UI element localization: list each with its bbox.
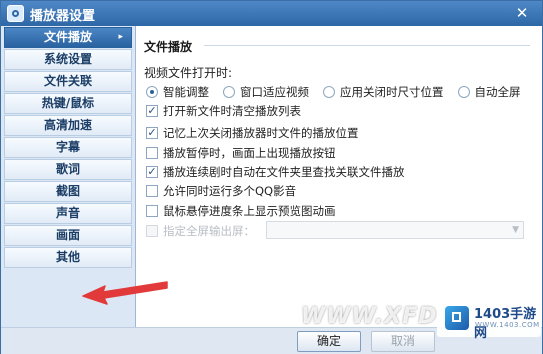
sidebar-item-system-settings[interactable]: 系统设置 — [4, 49, 132, 70]
sidebar-item-label: 文件关联 — [43, 74, 92, 88]
sidebar-item-sound[interactable]: 声音 — [4, 203, 132, 224]
settings-panel: 文件播放 视频文件打开时: 智能调整 窗口适应视频 应用关闭时尺寸位置 自动全屏… — [136, 26, 542, 327]
title-bar: 播放器设置 ✕ — [1, 1, 542, 26]
checkbox-multiple-instances[interactable]: 允许同时运行多个QQ影音 — [146, 183, 296, 199]
checkbox-label: 鼠标悬停进度条上显示预览图动画 — [163, 204, 336, 218]
close-button[interactable]: ✕ — [512, 4, 532, 22]
checkbox-label: 指定全屏输出屏： — [163, 224, 255, 238]
sidebar-item-label: 歌词 — [55, 162, 80, 176]
sidebar-item-hd-acceleration[interactable]: 高清加速 — [4, 115, 132, 136]
sidebar-item-label: 热键/鼠标 — [41, 96, 95, 110]
radio-label: 自动全屏 — [474, 85, 521, 99]
fullscreen-output-select[interactable]: ▼ — [266, 221, 524, 239]
sidebar-item-label: 画面 — [55, 228, 80, 242]
open-behavior-radio-group: 智能调整 窗口适应视频 应用关闭时尺寸位置 自动全屏 — [146, 84, 521, 100]
radio-label: 智能调整 — [163, 85, 209, 99]
radio-indicator — [146, 86, 158, 98]
sidebar-item-label: 其他 — [55, 250, 80, 264]
site-badge: 1403手游网 WWW.1403.COM — [437, 299, 541, 341]
radio-indicator — [223, 86, 235, 98]
checkbox-empty-icon — [146, 147, 158, 159]
radio-fit-window-to-video[interactable]: 窗口适应视频 — [223, 84, 309, 100]
cancel-button[interactable]: 取消 — [371, 331, 435, 352]
red-arrow-icon — [82, 281, 168, 305]
section-title: 文件播放 — [144, 40, 193, 54]
sidebar-item-other[interactable]: 其他 — [4, 247, 132, 268]
checkbox-fullscreen-output[interactable]: 指定全屏输出屏： — [146, 223, 255, 239]
ok-button[interactable]: 确定 — [297, 331, 361, 352]
sidebar-item-hotkeys-mouse[interactable]: 热键/鼠标 — [4, 93, 132, 114]
checkbox-checked-icon: ✓ — [146, 126, 158, 139]
sidebar-item-label: 文件播放 — [43, 30, 92, 44]
radio-label: 应用关闭时尺寸位置 — [340, 85, 444, 99]
checkbox-remember-position[interactable]: ✓ 记忆上次关闭播放器时文件的播放位置 — [146, 125, 359, 141]
radio-use-last-size-position[interactable]: 应用关闭时尺寸位置 — [323, 84, 444, 100]
sidebar-item-label: 截图 — [55, 184, 80, 198]
radio-auto-fullscreen[interactable]: 自动全屏 — [457, 84, 521, 100]
checkbox-label: 记忆上次关闭播放器时文件的播放位置 — [163, 126, 359, 140]
checkbox-checked-icon: ✓ — [146, 165, 158, 178]
window-title: 播放器设置 — [30, 9, 96, 24]
chevron-down-icon: ▼ — [512, 225, 519, 235]
sidebar-item-label: 字幕 — [55, 140, 80, 154]
chevron-right-icon: ▸ — [118, 32, 123, 42]
radio-indicator — [323, 86, 335, 98]
section-divider — [204, 45, 530, 46]
watermark-text: WWW.XFDO — [301, 304, 458, 329]
sidebar-item-label: 声音 — [55, 206, 80, 220]
sidebar-item-file-playback[interactable]: 文件播放 ▸ — [4, 27, 132, 48]
settings-window: 播放器设置 ✕ 文件播放 ▸ 系统设置 文件关联 热键/鼠标 高清加速 字幕 歌… — [0, 0, 543, 354]
checkbox-empty-icon — [146, 185, 158, 197]
sidebar-item-picture[interactable]: 画面 — [4, 225, 132, 246]
checkbox-empty-icon — [146, 205, 158, 217]
checkbox-clear-playlist[interactable]: ✓ 打开新文件时清空播放列表 — [146, 103, 301, 119]
open-behavior-label: 视频文件打开时: — [144, 66, 233, 80]
checkbox-preview-animation[interactable]: 鼠标悬停进度条上显示预览图动画 — [146, 203, 336, 219]
radio-smart-adjust[interactable]: 智能调整 — [146, 84, 209, 100]
checkbox-label: 打开新文件时清空播放列表 — [163, 104, 301, 118]
checkbox-series-autofind[interactable]: ✓ 播放连续剧时自动在文件夹里查找关联文件播放 — [146, 164, 405, 180]
app-icon — [7, 5, 24, 22]
sidebar-item-label: 系统设置 — [43, 52, 92, 66]
checkbox-label: 播放连续剧时自动在文件夹里查找关联文件播放 — [163, 165, 405, 179]
checkbox-empty-icon — [146, 225, 158, 237]
sidebar-item-screenshot[interactable]: 截图 — [4, 181, 132, 202]
sidebar-item-subtitles[interactable]: 字幕 — [4, 137, 132, 158]
sidebar-item-label: 高清加速 — [43, 118, 92, 132]
badge-subtext: WWW.1403.COM — [475, 321, 540, 329]
radio-indicator — [457, 86, 470, 98]
cube-logo-icon — [445, 306, 469, 330]
checkbox-label: 播放暂停时，画面上出现播放按钮 — [163, 146, 336, 160]
checkbox-label: 允许同时运行多个QQ影音 — [163, 184, 297, 198]
checkbox-checked-icon: ✓ — [146, 104, 158, 117]
sidebar-item-lyrics[interactable]: 歌词 — [4, 159, 132, 180]
radio-label: 窗口适应视频 — [240, 85, 309, 99]
checkbox-pause-show-button[interactable]: 播放暂停时，画面上出现播放按钮 — [146, 145, 336, 161]
sidebar-item-file-association[interactable]: 文件关联 — [4, 71, 132, 92]
